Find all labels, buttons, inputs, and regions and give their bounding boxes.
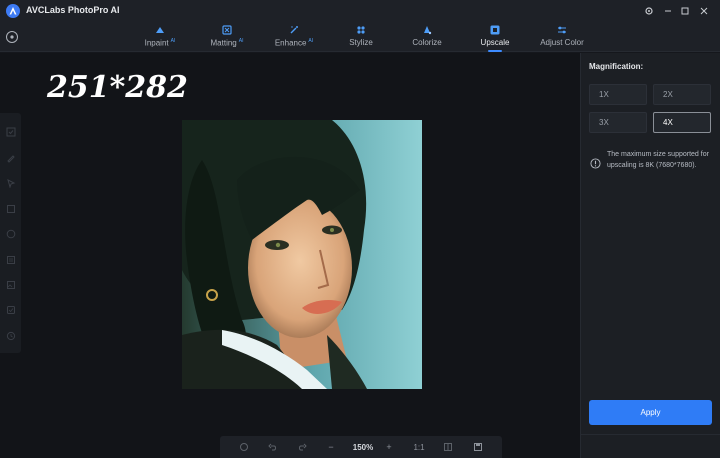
rectangle-icon[interactable] [6,204,16,214]
inpaint-icon [156,27,164,33]
actual-size-button[interactable]: 1:1 [410,441,428,453]
matting-icon [222,25,232,35]
stylize-icon [357,26,365,34]
redo-icon[interactable] [296,441,308,453]
tab-adjust-color[interactable]: Adjust Color [535,22,589,52]
tab-stylize[interactable]: Stylize [343,22,379,52]
zoom-in-button[interactable]: + [383,441,395,453]
reset-icon[interactable] [238,441,250,453]
zoom-out-button[interactable]: − [325,441,337,453]
apply-button[interactable]: Apply [589,400,712,425]
magnification-4x-button[interactable]: 4X [653,112,711,133]
ai-badge: AI [308,38,314,44]
panel-divider [581,434,720,435]
upscale-limit-note: The maximum size supported for upscaling… [607,151,709,169]
magnification-3x-button[interactable]: 3X [589,112,647,133]
colorize-icon [424,26,432,35]
tab-label: Colorize [412,38,442,47]
layers-icon[interactable] [6,255,16,265]
tab-upscale[interactable]: Upscale [474,22,516,52]
tab-inpaint[interactable]: Inpaint AI [140,22,180,52]
left-tool-strip [0,113,21,353]
image-icon[interactable] [6,280,16,290]
upscale-icon [490,25,500,35]
canvas-control-bar: − 150% + 1:1 [220,436,502,458]
tab-colorize[interactable]: Colorize [407,22,447,52]
history-icon[interactable] [6,331,16,341]
upscale-settings-panel: Magnification: 1X 2X 3X 4X The maximum s… [580,53,720,458]
pen-icon[interactable] [6,153,16,163]
tab-label: Inpaint [144,38,169,48]
save-icon[interactable] [472,441,484,453]
magnification-1x-button[interactable]: 1X [589,84,647,105]
image-size-overlay: 251*282 [47,70,188,105]
zoom-value: 150% [352,442,374,452]
gear-icon[interactable] [641,3,657,19]
info-icon [590,158,601,169]
tab-label: Enhance [274,38,307,48]
ai-badge: AI [170,38,176,44]
tab-label: Upscale [480,38,510,47]
minimize-icon[interactable] [660,3,676,19]
maximize-icon[interactable] [677,3,693,19]
adjust-color-icon [558,26,566,34]
add-circle-icon[interactable] [5,30,19,44]
compare-icon[interactable] [442,441,454,453]
portrait-image [182,120,422,389]
undo-icon[interactable] [267,441,279,453]
pointer-icon[interactable] [6,178,16,188]
tab-label: Adjust Color [540,38,584,47]
magnification-2x-button[interactable]: 2X [653,84,711,105]
tab-matting[interactable]: Matting AI [204,22,250,52]
magnification-title: Magnification: [589,62,644,71]
avclabs-logo-icon [6,4,20,18]
feature-toolbar: Inpaint AI Matting AI Enhance AI Stylize Co… [0,22,720,52]
app-title: AVCLabs PhotoPro AI [26,5,120,15]
enhance-icon [290,26,298,34]
tab-label: Stylize [349,38,373,47]
close-icon[interactable] [696,3,712,19]
title-bar: AVCLabs PhotoPro AI [0,0,720,22]
checkbox-icon[interactable] [6,305,16,315]
tab-enhance[interactable]: Enhance AI [270,22,318,52]
ai-badge: AI [238,38,244,44]
check-icon[interactable] [6,127,16,137]
tab-label: Matting [210,38,237,48]
ellipse-icon[interactable] [6,229,16,239]
